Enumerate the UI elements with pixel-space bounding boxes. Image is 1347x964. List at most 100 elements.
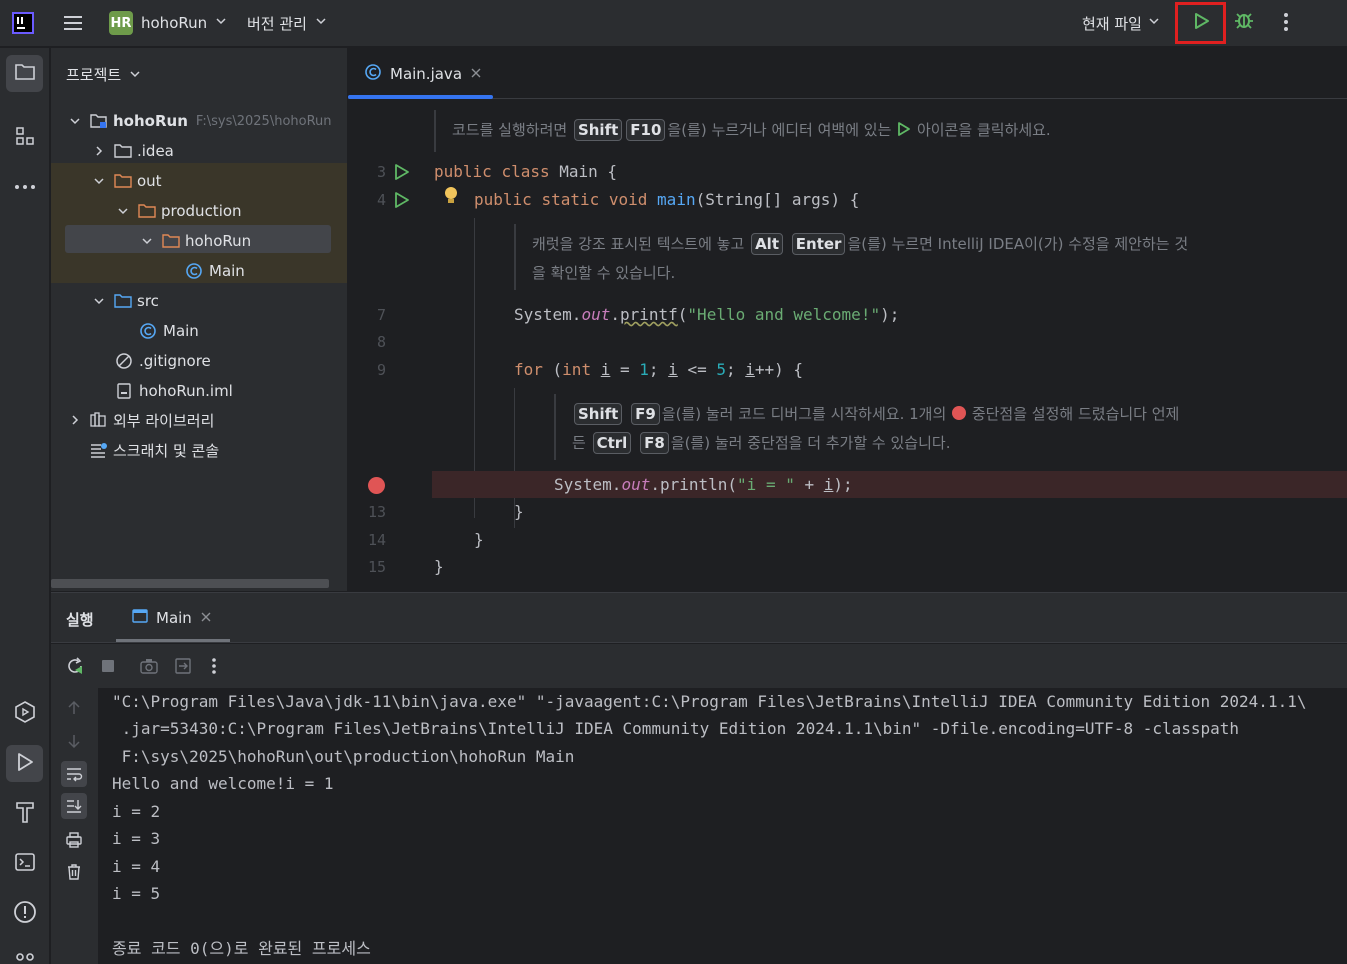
print-icon[interactable] [61,827,87,853]
scratches-icon [89,441,109,459]
code-token: i [600,360,611,379]
main-menu-icon[interactable] [62,12,84,34]
code-token: printf [619,305,678,324]
tree-item-idea[interactable]: .idea [51,136,347,166]
camera-icon[interactable] [139,656,159,676]
class-icon [185,262,205,280]
breakpoint-icon [951,405,967,423]
tree-item-scratches[interactable]: 스크래치 및 콘솔 [51,435,347,465]
excluded-folder-icon [113,172,133,190]
code-line-13: } [514,502,524,521]
hint-text: 을 확인할 수 있습니다. [532,264,676,282]
tree-item-output-hohorun[interactable]: hohoRun [51,226,347,256]
console-line: i = 4 [112,857,161,876]
soft-wrap-icon[interactable] [61,761,87,787]
code-token: . [610,305,620,324]
structure-tool-button[interactable] [6,119,43,156]
line-number: 9 [376,361,386,379]
ignore-file-icon [115,352,135,370]
rerun-icon[interactable] [65,656,85,676]
horizontal-scrollbar[interactable] [51,579,329,588]
excluded-folder-icon [137,202,157,220]
console-output[interactable]: "C:\Program Files\Java\jdk-11\bin\java.e… [112,688,1347,964]
inline-hint-run: 코드를 실행하려면 Shift F10 을(를) 누르거나 에디터 여백에 있는 아… [452,116,1051,145]
line-number: 7 [376,306,386,324]
project-tool-button[interactable] [6,55,43,92]
stop-icon[interactable] [98,656,118,676]
module-file-icon [115,382,135,400]
hint-text: 캐럿을 강조 표시된 텍스트에 놓고 [532,235,745,253]
code-token: static [541,190,600,209]
inline-hint-quickfix-line2: 을 확인할 수 있습니다. [532,259,675,288]
build-tool-button[interactable] [6,795,43,832]
exit-icon[interactable] [173,656,193,676]
code-token: + [794,475,824,494]
tree-item-label: hohoRun [113,112,188,130]
intellij-logo-icon[interactable] [12,12,34,34]
trash-icon[interactable] [61,859,87,885]
tree-item-out[interactable]: out [51,166,347,196]
more-tools-icon[interactable] [6,168,43,205]
chevron-down-icon [215,15,227,31]
active-tab-indicator [348,95,493,99]
tree-item-gitignore[interactable]: .gitignore [51,346,347,376]
git-tool-button[interactable] [6,945,43,964]
tree-item-external-libraries[interactable]: 외부 라이브러리 [51,405,347,435]
run-tool-button[interactable] [6,745,43,782]
tab-label: Main.java [390,64,463,83]
play-icon [1191,11,1211,35]
code-token: int [562,360,592,379]
shortcut-key: Alt [751,233,783,255]
hint-bar [434,110,436,152]
more-options-icon[interactable] [204,656,224,676]
code-token: System. [554,475,622,494]
tree-item-src[interactable]: src [51,286,347,316]
more-actions-icon[interactable] [1276,10,1296,34]
tree-item-label: Main [209,262,245,280]
tree-item-project-root[interactable]: hohoRun F:\sys\2025\hohoRun [51,106,347,136]
folder-icon [14,62,36,86]
console-line: i = 5 [112,884,161,903]
services-tool-button[interactable] [6,695,43,732]
breakpoint-icon[interactable] [368,477,385,494]
code-line-3: public class Main { [434,162,617,181]
run-tab-label: Main [156,609,192,627]
run-gutter-icon[interactable] [393,163,411,181]
close-icon[interactable] [470,65,482,83]
console-line: .jar=53430:C:\Program Files\JetBrains\In… [112,719,1240,738]
services-icon [13,700,37,728]
tree-item-src-main[interactable]: Main [51,316,347,346]
hint-text: 중단점을 설정해 드렸습니다 언제 [971,405,1180,423]
debug-button[interactable] [1232,10,1256,34]
code-editor[interactable]: Main.java 코드를 실행하려면 Shift F10 을(를) 누르거나 에디… [348,48,1347,591]
tree-item-production[interactable]: production [51,196,347,226]
project-switcher[interactable]: HR hohoRun [109,11,227,35]
tree-item-iml[interactable]: hohoRun.iml [51,376,347,406]
console-line: 종료 코드 0(으)로 완료된 프로세스 [112,939,371,958]
code-token: public [474,190,532,209]
close-icon[interactable] [200,609,212,627]
console-line: "C:\Program Files\Java\jdk-11\bin\java.e… [112,692,1307,711]
scroll-to-end-icon[interactable] [61,793,87,819]
vcs-menu[interactable]: 버전 관리 [247,11,327,35]
project-panel-header[interactable]: 프로젝트 [66,64,141,85]
line-number: 14 [367,531,386,549]
lightbulb-icon[interactable] [444,186,458,210]
run-button[interactable] [1175,2,1226,44]
terminal-tool-button[interactable] [6,845,43,882]
inline-hint-quickfix: 캐럿을 강조 표시된 텍스트에 놓고 Alt Enter 을(를) 누르면 Int… [532,230,1188,259]
tab-main-java[interactable]: Main.java [348,48,493,99]
module-folder-icon [89,112,109,130]
tree-item-label: src [137,292,159,310]
run-config-selector[interactable]: 현재 파일 [1082,11,1160,35]
tree-item-compiled-main[interactable]: Main [51,256,347,286]
scroll-up-icon[interactable] [61,695,87,721]
problems-tool-button[interactable] [6,895,43,932]
code-token: i [745,360,755,379]
tree-item-label: 외부 라이브러리 [113,411,215,430]
code-line-9: for (int i = 1; i <= 5; i++) { [514,360,803,379]
code-token: ; [648,360,669,379]
run-gutter-icon[interactable] [393,191,411,209]
scroll-down-icon[interactable] [61,728,87,754]
run-tab-main[interactable]: Main [116,593,230,643]
